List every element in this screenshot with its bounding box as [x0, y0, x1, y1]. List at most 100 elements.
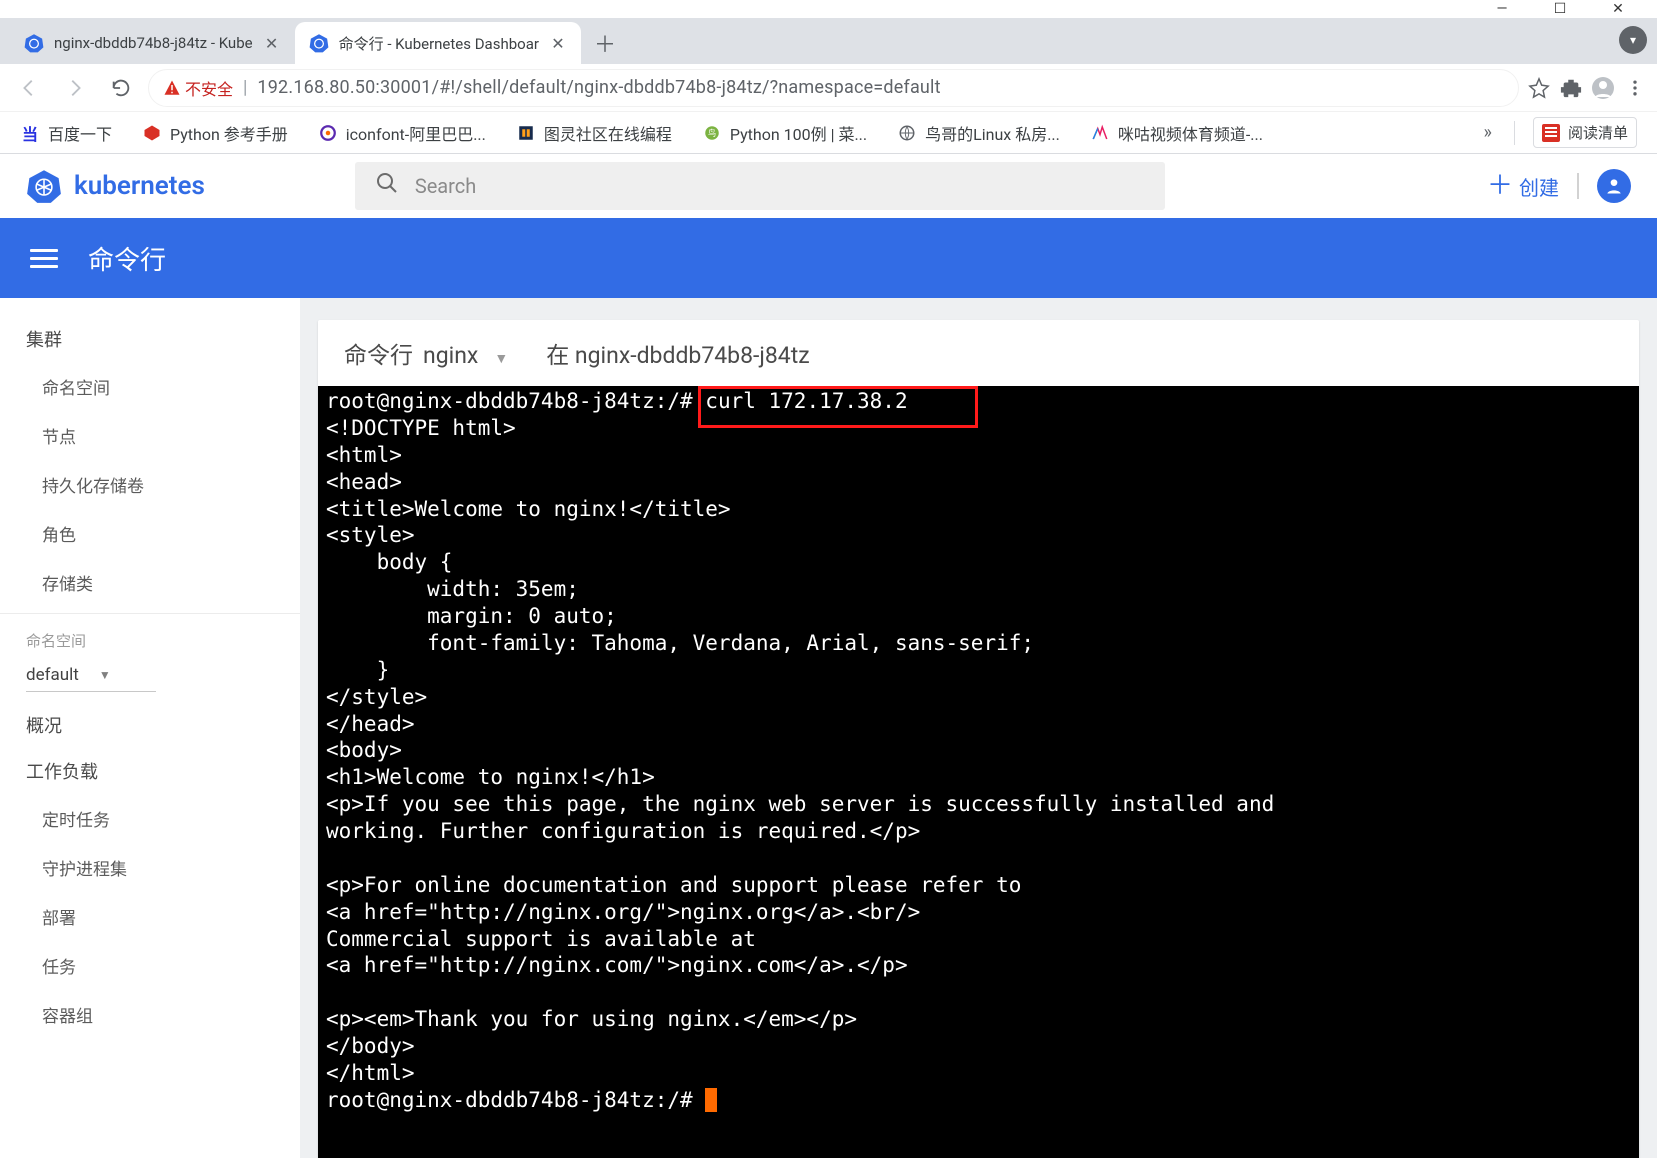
sidebar-item-deployments[interactable]: 部署 — [0, 892, 300, 941]
dashboard-search[interactable]: Search — [355, 162, 1165, 210]
tab-title: nginx-dbddb74b8-j84tz - Kube — [54, 34, 253, 52]
bookmark-label: Python 100例 | 菜... — [730, 121, 867, 145]
python-ref-icon — [142, 123, 162, 143]
svg-text:鸟: 鸟 — [708, 128, 716, 139]
bookmark-label: 图灵社区在线编程 — [544, 121, 672, 145]
tab-close-icon[interactable]: ✕ — [263, 34, 281, 53]
bookmark-label: 百度一下 — [48, 121, 112, 145]
menu-toggle-icon[interactable] — [30, 244, 58, 273]
browser-menu-icon[interactable] — [1623, 76, 1647, 100]
sidebar: 集群 命名空间 节点 持久化存储卷 角色 存储类 命名空间 default ▼ … — [0, 298, 300, 1158]
python100-icon: 鸟 — [702, 123, 722, 143]
iconfont-icon — [318, 123, 338, 143]
namespace-select[interactable]: default ▼ — [26, 665, 156, 692]
sidebar-item-daemonsets[interactable]: 守护进程集 — [0, 843, 300, 892]
create-button[interactable]: ＋ 创建 — [1487, 172, 1559, 201]
nav-reload-button[interactable] — [102, 69, 140, 107]
brand-text: kubernetes — [74, 171, 205, 201]
header-separator — [1577, 173, 1579, 199]
not-secure-badge[interactable]: 不安全 — [163, 76, 233, 100]
kubernetes-favicon-icon — [309, 33, 329, 53]
bookmark-label: Python 参考手册 — [170, 121, 288, 145]
bookmark-baidu[interactable]: 当 百度一下 — [20, 121, 112, 145]
nav-back-button[interactable] — [10, 69, 48, 107]
sidebar-item-jobs[interactable]: 任务 — [0, 941, 300, 990]
bookmark-migu[interactable]: 咪咕视频体育频道-... — [1090, 121, 1263, 145]
terminal-cursor — [705, 1088, 717, 1112]
bookmark-label: 鸟哥的Linux 私房... — [925, 121, 1060, 145]
browser-tab-strip: nginx-dbddb74b8-j84tz - Kube ✕ 命令行 - Kub… — [0, 18, 1657, 64]
window-maximize-icon[interactable]: ☐ — [1551, 0, 1569, 18]
window-minimize-icon[interactable]: — — [1493, 0, 1511, 18]
main-area: 集群 命名空间 节点 持久化存储卷 角色 存储类 命名空间 default ▼ … — [0, 298, 1657, 1158]
shell-card: 命令行 nginx ▼ 在 nginx-dbddb74b8-j84tz root… — [318, 320, 1639, 1158]
browser-toolbar: 不安全 | 192.168.80.50:30001/#!/shell/defau… — [0, 64, 1657, 112]
terminal-line: # curl 172.17.38.2 — [680, 389, 908, 413]
not-secure-label: 不安全 — [185, 76, 233, 100]
chevron-down-icon[interactable]: ▼ — [494, 350, 508, 367]
sidebar-item-pods[interactable]: 容器组 — [0, 990, 300, 1039]
url-text: 192.168.80.50:30001/#!/shell/default/ngi… — [257, 77, 940, 98]
create-label: 创建 — [1519, 172, 1559, 201]
terminal-prompt: root@nginx-dbddb74b8-j84tz:/# — [326, 1088, 705, 1112]
baidu-icon: 当 — [20, 123, 40, 143]
sidebar-item-storageclasses[interactable]: 存储类 — [0, 558, 300, 607]
bookmarks-separator — [1514, 121, 1515, 145]
namespace-value: default — [26, 665, 79, 685]
terminal[interactable]: root@nginx-dbddb74b8-j84tz:/# curl 172.1… — [318, 386, 1639, 1158]
bookmark-label: 咪咕视频体育频道-... — [1118, 121, 1263, 145]
bookmarks-overflow-icon[interactable]: » — [1480, 122, 1496, 143]
new-tab-button[interactable]: ＋ — [587, 25, 623, 61]
extensions-icon[interactable] — [1559, 76, 1583, 100]
migu-icon — [1090, 123, 1110, 143]
user-menu-icon[interactable] — [1597, 169, 1631, 203]
window-controls: — ☐ ✕ — [0, 0, 1657, 18]
shell-title-prefix: 命令行 — [344, 336, 413, 370]
window-close-icon[interactable]: ✕ — [1609, 0, 1627, 18]
shell-container-name[interactable]: nginx — [423, 342, 478, 369]
bookmark-python100[interactable]: 鸟 Python 100例 | 菜... — [702, 121, 867, 145]
page-title: 命令行 — [88, 240, 166, 277]
bookmark-python-ref[interactable]: Python 参考手册 — [142, 121, 288, 145]
vbird-icon — [897, 123, 917, 143]
bookmark-star-icon[interactable] — [1527, 76, 1551, 100]
sidebar-section-overview[interactable]: 概况 — [0, 702, 300, 748]
address-bar[interactable]: 不安全 | 192.168.80.50:30001/#!/shell/defau… — [148, 69, 1519, 107]
omnibox-separator: | — [243, 77, 247, 98]
sidebar-section-workloads[interactable]: 工作负载 — [0, 748, 300, 794]
sidebar-namespace-label: 命名空间 — [0, 620, 300, 661]
sidebar-section-cluster[interactable]: 集群 — [0, 316, 300, 362]
turing-icon — [516, 123, 536, 143]
sidebar-item-nodes[interactable]: 节点 — [0, 411, 300, 460]
tab-title: 命令行 - Kubernetes Dashboar — [339, 33, 539, 54]
sidebar-item-cronjobs[interactable]: 定时任务 — [0, 794, 300, 843]
sidebar-item-pv[interactable]: 持久化存储卷 — [0, 460, 300, 509]
nav-forward-button[interactable] — [56, 69, 94, 107]
reading-list-label: 阅读清单 — [1568, 122, 1628, 143]
browser-tab-0[interactable]: nginx-dbddb74b8-j84tz - Kube ✕ — [10, 22, 295, 64]
bookmark-label: iconfont-阿里巴巴... — [346, 121, 486, 145]
kubernetes-logo[interactable]: kubernetes — [26, 168, 205, 204]
sidebar-item-namespaces[interactable]: 命名空间 — [0, 362, 300, 411]
dashboard-header: kubernetes Search ＋ 创建 — [0, 154, 1657, 218]
tab-close-icon[interactable]: ✕ — [549, 34, 567, 53]
browser-tab-1[interactable]: 命令行 - Kubernetes Dashboar ✕ — [295, 22, 581, 64]
bookmark-vbird[interactable]: 鸟哥的Linux 私房... — [897, 121, 1060, 145]
shell-in-label: 在 — [546, 342, 569, 369]
search-placeholder: Search — [415, 174, 476, 198]
bookmarks-bar: 当 百度一下 Python 参考手册 iconfont-阿里巴巴... 图灵社区… — [0, 112, 1657, 154]
bookmark-iconfont[interactable]: iconfont-阿里巴巴... — [318, 121, 486, 145]
terminal-line: root@nginx-dbddb74b8-j84tz:/ — [326, 389, 680, 413]
shell-pod-name: nginx-dbddb74b8-j84tz — [575, 342, 810, 369]
sidebar-divider — [0, 613, 300, 614]
tab-search-icon[interactable]: ▾ — [1619, 26, 1647, 54]
profile-avatar-icon[interactable] — [1591, 76, 1615, 100]
content-area: 命令行 nginx ▼ 在 nginx-dbddb74b8-j84tz root… — [300, 298, 1657, 1158]
shell-card-header: 命令行 nginx ▼ 在 nginx-dbddb74b8-j84tz — [318, 320, 1639, 386]
plus-icon: ＋ — [1487, 173, 1513, 199]
terminal-output: <!DOCTYPE html> <html> <head> <title>Wel… — [326, 416, 1274, 1085]
bookmark-turing[interactable]: 图灵社区在线编程 — [516, 121, 672, 145]
reading-list-button[interactable]: 阅读清单 — [1533, 117, 1637, 148]
reading-list-icon — [1542, 124, 1560, 142]
sidebar-item-roles[interactable]: 角色 — [0, 509, 300, 558]
